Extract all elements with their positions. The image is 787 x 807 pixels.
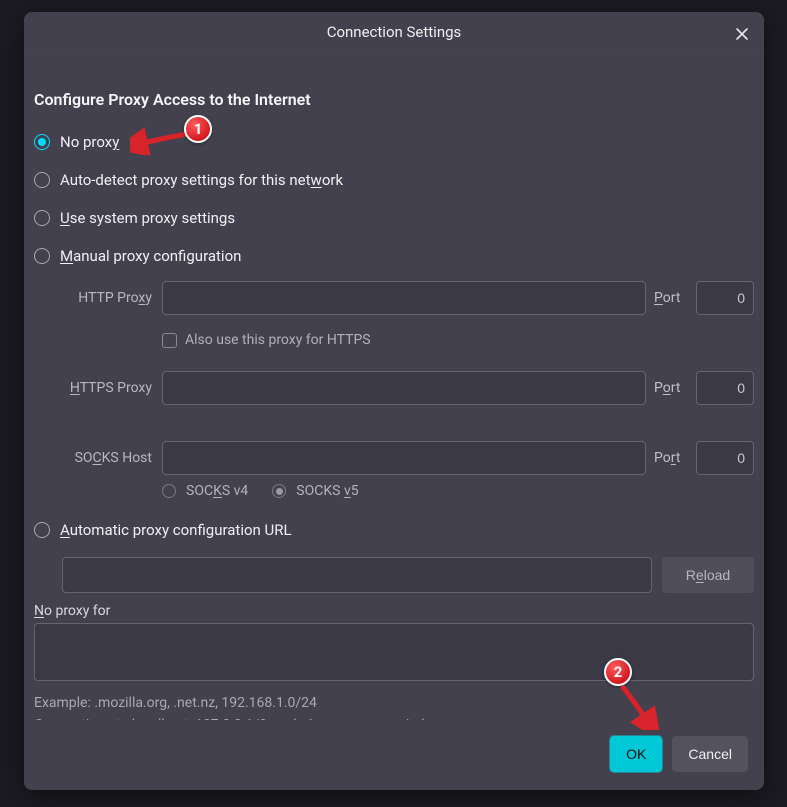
radio-icon [34, 172, 50, 188]
section-heading: Configure Proxy Access to the Internet [34, 90, 754, 109]
also-https-label: Also use this proxy for HTTPS [185, 332, 371, 348]
socks-version-row: SOCKS v4 SOCKS v5 [162, 483, 754, 499]
no-proxy-for-label: No proxy for [34, 603, 754, 619]
dialog-title: Connection Settings [327, 23, 462, 41]
option-manual[interactable]: Manual proxy configuration [34, 237, 754, 275]
no-proxy-for-input[interactable] [34, 623, 754, 681]
dialog-body: Configure Proxy Access to the Internet N… [24, 52, 764, 720]
socks-host-label: SOCKS Host [60, 450, 154, 466]
checkbox-icon [162, 333, 177, 348]
radio-icon [34, 248, 50, 264]
radio-icon [34, 134, 50, 150]
option-auto-detect[interactable]: Auto-detect proxy settings for this netw… [34, 161, 754, 199]
socks-port-input[interactable] [696, 441, 754, 475]
socks-v4-label: SOCKS v4 [186, 483, 248, 499]
reload-label: Reload [686, 567, 730, 583]
ok-button[interactable]: OK [610, 736, 662, 772]
radio-icon [34, 522, 50, 538]
http-port-label: Port [654, 290, 688, 306]
annotation-badge-1: 1 [184, 115, 212, 143]
option-no-proxy[interactable]: No proxy 1 [34, 123, 754, 161]
close-icon [735, 27, 749, 41]
https-port-label: Port [654, 380, 688, 396]
also-https-row[interactable]: Also use this proxy for HTTPS [162, 327, 754, 353]
option-label: Auto-detect proxy settings for this netw… [60, 171, 343, 189]
option-use-system[interactable]: Use system proxy settings [34, 199, 754, 237]
example-hint: Example: .mozilla.org, .net.nz, 192.168.… [34, 693, 754, 715]
radio-icon[interactable] [162, 484, 176, 498]
http-proxy-input[interactable] [162, 281, 646, 315]
dialog-footer: 2 OK Cancel [24, 720, 764, 790]
annotation-arrow-1 [130, 127, 200, 155]
reload-button[interactable]: Reload [662, 557, 754, 593]
option-label: Use system proxy settings [60, 209, 235, 227]
option-label: No proxy [60, 133, 119, 151]
https-proxy-label: HTTPS Proxy [60, 380, 154, 396]
http-proxy-label: HTTP Proxy [60, 290, 154, 306]
radio-icon[interactable] [272, 484, 286, 498]
pac-row: Reload [62, 557, 754, 593]
cancel-button[interactable]: Cancel [672, 736, 748, 772]
manual-proxy-grid: HTTP Proxy Port Also use this proxy for … [60, 281, 754, 503]
pac-url-input[interactable] [62, 557, 652, 593]
socks-v5-label: SOCKS v5 [296, 483, 358, 499]
option-label: Manual proxy configuration [60, 247, 241, 265]
http-port-input[interactable] [696, 281, 754, 315]
option-auto-url[interactable]: Automatic proxy configuration URL [34, 511, 754, 549]
radio-icon [34, 210, 50, 226]
https-port-input[interactable] [696, 371, 754, 405]
close-button[interactable] [726, 18, 758, 50]
connection-settings-dialog: Connection Settings Configure Proxy Acce… [24, 12, 764, 790]
socks-port-label: Port [654, 450, 688, 466]
option-label: Automatic proxy configuration URL [60, 521, 292, 539]
socks-host-input[interactable] [162, 441, 646, 475]
dialog-titlebar: Connection Settings [24, 12, 764, 52]
https-proxy-input[interactable] [162, 371, 646, 405]
